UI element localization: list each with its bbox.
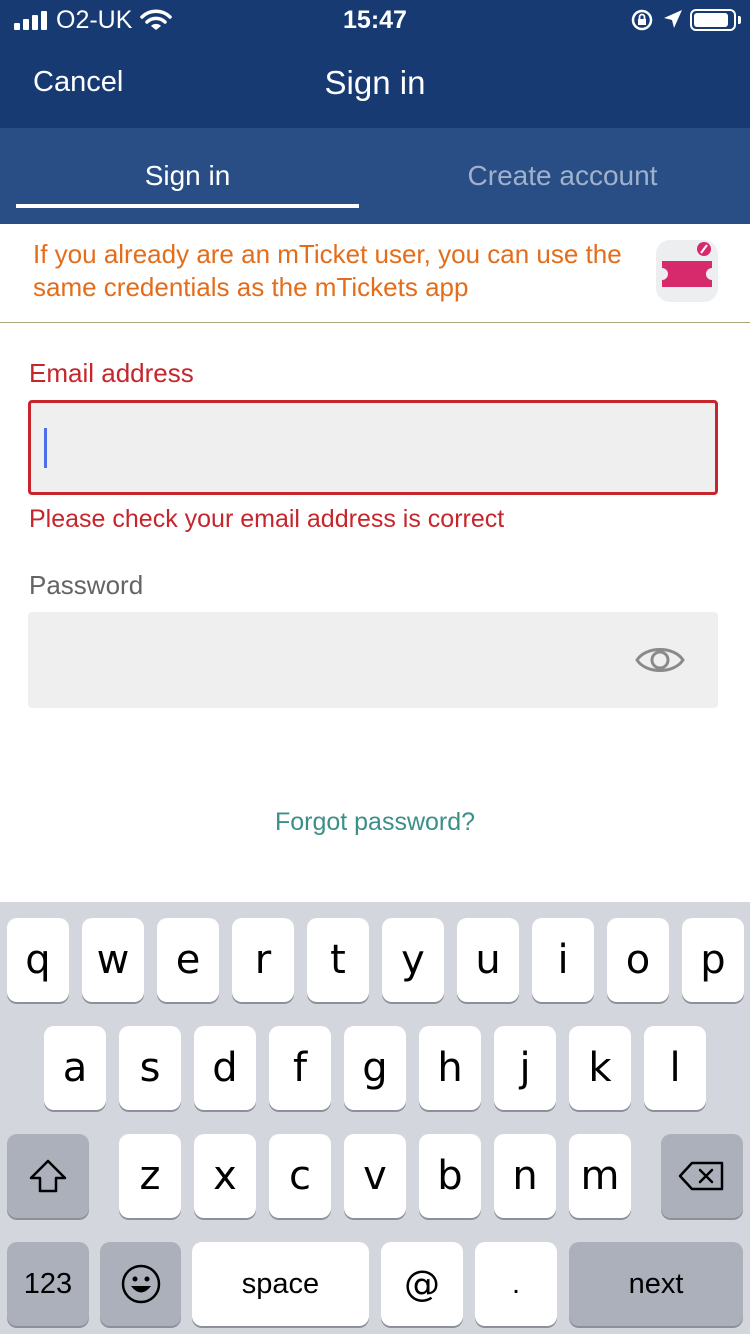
top-bar: O2-UK 15:47 Cancel Sign in [0,0,750,128]
key-h[interactable]: h [419,1026,481,1110]
tab-sign-in[interactable]: Sign in [0,128,375,224]
cancel-button[interactable]: Cancel [33,66,123,99]
key-t[interactable]: t [307,918,369,1002]
tab-bar: Sign in Create account [0,128,750,224]
key-c[interactable]: c [269,1134,331,1218]
key-k[interactable]: k [569,1026,631,1110]
key-l[interactable]: l [644,1026,706,1110]
at-key[interactable]: @ [381,1242,463,1326]
key-m[interactable]: m [569,1134,631,1218]
key-p[interactable]: p [682,918,744,1002]
emoji-key[interactable] [100,1242,181,1326]
key-y[interactable]: y [382,918,444,1002]
key-e[interactable]: e [157,918,219,1002]
location-arrow-icon [664,10,682,28]
dot-key[interactable]: . [475,1242,557,1326]
tab-create-account[interactable]: Create account [375,128,750,224]
keyboard: q w e r t y u i o p a s d f g h j k l z … [0,902,750,1334]
key-x[interactable]: x [194,1134,256,1218]
eye-icon[interactable] [634,641,686,679]
key-q[interactable]: q [7,918,69,1002]
key-v[interactable]: v [344,1134,406,1218]
key-d[interactable]: d [194,1026,256,1110]
active-tab-indicator [16,204,359,208]
backspace-icon [678,1161,724,1191]
status-bar: O2-UK 15:47 [0,0,750,40]
key-w[interactable]: w [82,918,144,1002]
info-banner-text: If you already are an mTicket user, you … [33,239,622,302]
next-key[interactable]: next [569,1242,743,1326]
password-field[interactable] [28,612,718,708]
key-j[interactable]: j [494,1026,556,1110]
email-field[interactable] [28,400,718,495]
battery-icon [690,9,736,31]
emoji-icon [121,1264,160,1304]
key-r[interactable]: r [232,918,294,1002]
delete-key[interactable] [661,1134,743,1218]
key-f[interactable]: f [269,1026,331,1110]
key-a[interactable]: a [44,1026,106,1110]
key-g[interactable]: g [344,1026,406,1110]
key-z[interactable]: z [119,1134,181,1218]
key-u[interactable]: u [457,918,519,1002]
key-o[interactable]: o [607,918,669,1002]
shift-arrow-icon [29,1159,67,1193]
shift-key[interactable] [7,1134,89,1218]
text-cursor [44,428,47,468]
forgot-password-link[interactable]: Forgot password? [0,808,750,837]
mticket-app-icon [656,240,718,302]
space-key[interactable]: space [192,1242,369,1326]
email-label: Email address [29,358,194,388]
password-label: Password [29,570,144,600]
key-b[interactable]: b [419,1134,481,1218]
numbers-key[interactable]: 123 [7,1242,89,1326]
info-banner: If you already are an mTicket user, you … [0,224,750,323]
rotation-lock-icon [631,9,653,31]
email-error-message: Please check your email address is corre… [29,505,505,533]
key-s[interactable]: s [119,1026,181,1110]
battery-tip [738,16,741,24]
key-n[interactable]: n [494,1134,556,1218]
key-i[interactable]: i [532,918,594,1002]
